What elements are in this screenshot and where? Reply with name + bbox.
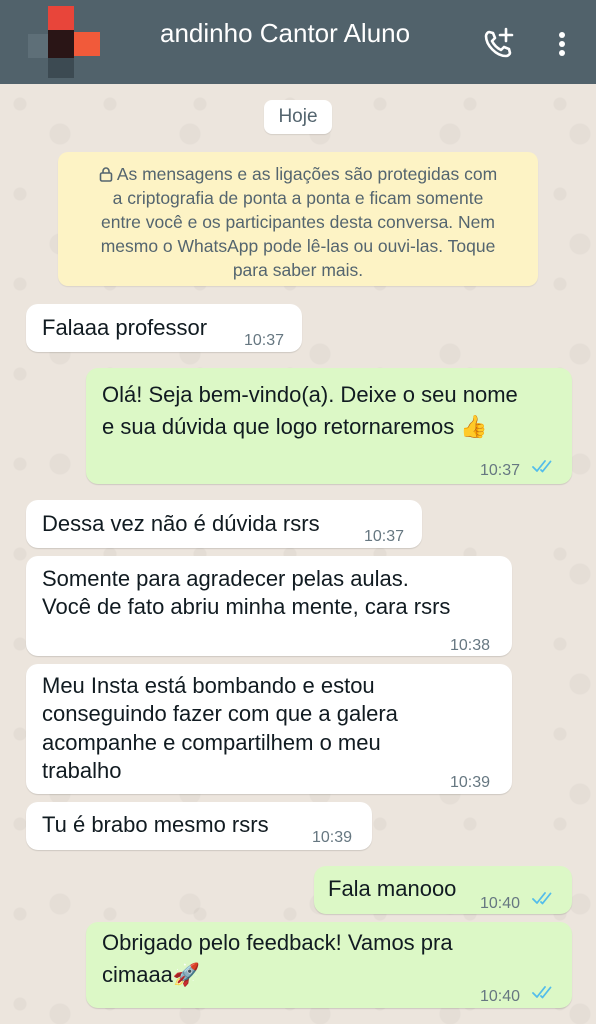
- message-text: Você de fato abriu minha mente, cara rsr…: [42, 594, 451, 619]
- message-text: Olá! Seja bem-vindo(a). Deixe o seu nome: [102, 382, 518, 407]
- encryption-notice[interactable]: As mensagens e as ligações são protegida…: [58, 152, 538, 286]
- message-text: Dessa vez não é dúvida rsrs: [42, 511, 320, 536]
- notice-line-1: As mensagens e as ligações são protegida…: [72, 162, 524, 186]
- message-text: Fala manooo: [328, 876, 457, 901]
- message-time: 10:39: [450, 774, 491, 791]
- contact-avatar[interactable]: [28, 6, 100, 78]
- message-text: Meu Insta está bombando e estou: [42, 673, 375, 698]
- message-bubble-incoming[interactable]: Somente para agradecer pelas aulas. Você…: [26, 556, 512, 656]
- message-text: acompanhe e compartilhem o meu: [42, 730, 381, 755]
- read-ticks-icon: [532, 460, 552, 473]
- message-time: 10:40: [480, 895, 521, 912]
- message-text: trabalho: [42, 758, 122, 783]
- notice-line-4: mesmo o WhatsApp pode lê-las ou ouvi-las…: [100, 236, 496, 256]
- message-bubble-incoming[interactable]: Falaaa professor 10:37: [26, 304, 302, 352]
- read-ticks-icon: [532, 892, 552, 905]
- chat-header: andinho Cantor Aluno: [0, 0, 596, 84]
- notice-line-3: entre você e os participantes desta conv…: [101, 212, 495, 232]
- message-text: Somente para agradecer pelas aulas.: [42, 566, 409, 591]
- message-text: Tu é brabo mesmo rsrs: [42, 812, 269, 837]
- message-bubble-incoming[interactable]: Tu é brabo mesmo rsrs 10:39: [26, 802, 372, 850]
- message-time: 10:37: [244, 332, 285, 349]
- message-text: e sua dúvida que logo retornaremos 👍: [102, 414, 488, 439]
- message-time: 10:37: [480, 462, 521, 479]
- more-vert-icon[interactable]: [548, 28, 576, 60]
- add-call-icon[interactable]: [480, 26, 516, 62]
- date-chip: Hoje: [264, 100, 332, 134]
- message-text: cimaaa🚀: [102, 962, 201, 987]
- message-time: 10:40: [480, 988, 521, 1005]
- message-text: Falaaa professor: [42, 315, 208, 340]
- message-bubble-outgoing[interactable]: Fala manooo 10:40: [314, 866, 572, 914]
- message-bubble-outgoing[interactable]: Obrigado pelo feedback! Vamos pra cimaaa…: [86, 922, 572, 1008]
- lock-icon: [99, 167, 113, 182]
- message-text: conseguindo fazer com que a galera: [42, 701, 398, 726]
- notice-line-2: a criptografia de ponta a ponta e ficam …: [112, 188, 484, 208]
- message-bubble-incoming[interactable]: Dessa vez não é dúvida rsrs 10:37: [26, 500, 422, 548]
- read-ticks-icon: [532, 986, 552, 999]
- message-bubble-incoming[interactable]: Meu Insta está bombando e estou consegui…: [26, 664, 512, 794]
- message-time: 10:38: [450, 637, 491, 654]
- message-text: Obrigado pelo feedback! Vamos pra: [102, 930, 453, 955]
- contact-name[interactable]: andinho Cantor Aluno: [160, 18, 410, 49]
- message-bubble-outgoing[interactable]: Olá! Seja bem-vindo(a). Deixe o seu nome…: [86, 368, 572, 484]
- message-time: 10:39: [312, 829, 353, 846]
- message-time: 10:37: [364, 528, 405, 545]
- notice-line-5: para saber mais.: [232, 260, 364, 280]
